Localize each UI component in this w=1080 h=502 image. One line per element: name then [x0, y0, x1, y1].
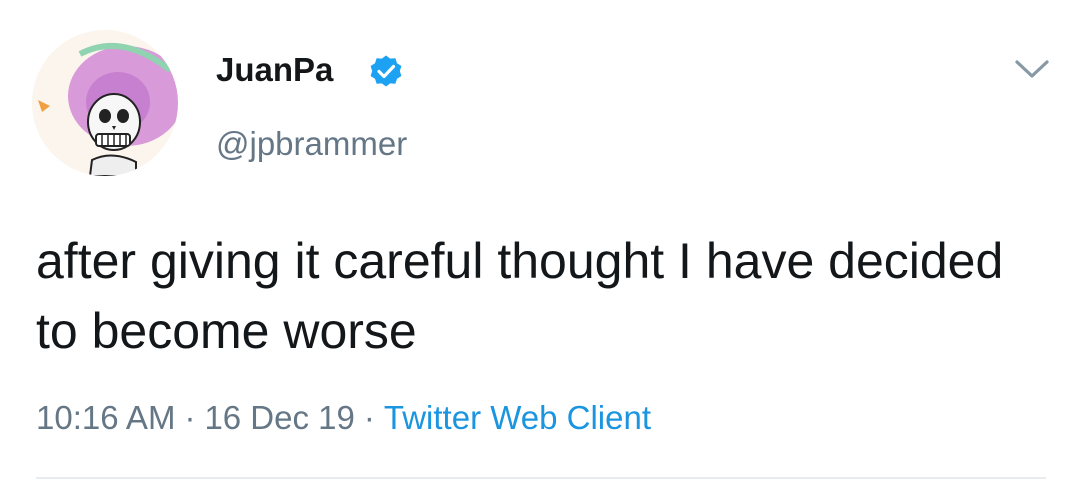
tweet-text: after giving it careful thought I have d… [36, 233, 1004, 359]
tweet-date[interactable]: 16 Dec 19 [204, 399, 354, 436]
verified-badge-icon [370, 55, 402, 87]
meta-separator: · [184, 399, 196, 436]
chevron-down-icon[interactable] [1012, 56, 1052, 82]
tweet-time[interactable]: 10:16 AM [36, 399, 175, 436]
tweet-meta: 10:16 AM · 16 Dec 19 · Twitter Web Client [36, 396, 651, 440]
username[interactable]: @jpbrammer [216, 124, 407, 164]
avatar[interactable] [32, 30, 178, 176]
display-name[interactable]: JuanPa [216, 50, 333, 90]
skull-sombrero-avatar-icon [32, 30, 178, 176]
meta-separator: · [363, 399, 375, 436]
divider [36, 477, 1046, 479]
tweet-client-link[interactable]: Twitter Web Client [384, 399, 651, 436]
tweet-card: JuanPa @jpbrammer after giving it carefu… [0, 0, 1080, 502]
